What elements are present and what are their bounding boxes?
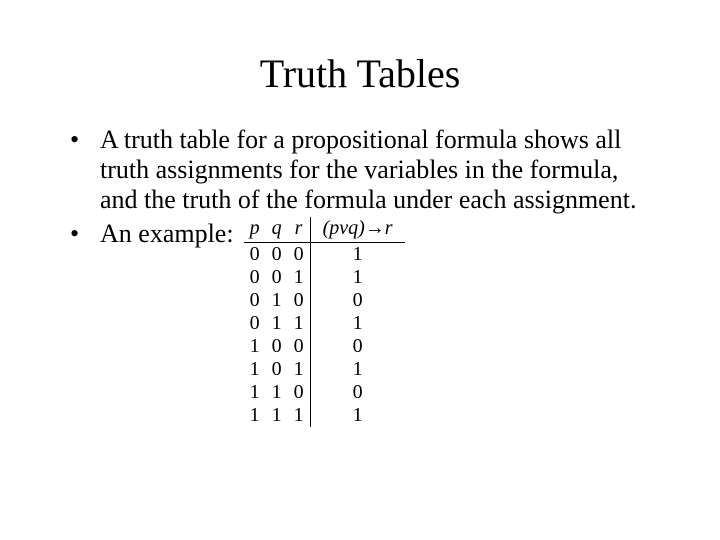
bullet-item-1: A truth table for a propositional formul…: [60, 125, 660, 215]
slide-title: Truth Tables: [60, 50, 660, 97]
cell: 1: [288, 404, 311, 427]
cell: 0: [288, 381, 311, 404]
cell-result: 1: [310, 358, 404, 381]
col-p-header: p: [244, 217, 266, 243]
slide-body: A truth table for a propositional formul…: [60, 125, 660, 427]
truth-table: p q r (pvq)→r 0 0 0 1: [244, 217, 405, 427]
cell: 0: [244, 289, 266, 312]
cell: 0: [244, 312, 266, 335]
table-row: 0 0 1 1: [244, 266, 405, 289]
cell: 0: [288, 289, 311, 312]
cell: 1: [244, 358, 266, 381]
cell-result: 1: [310, 404, 404, 427]
cell: 1: [288, 266, 311, 289]
cell: 1: [244, 381, 266, 404]
cell: 1: [244, 404, 266, 427]
cell: 1: [266, 381, 288, 404]
table-row: 1 1 0 0: [244, 381, 405, 404]
cell-result: 1: [310, 312, 404, 335]
cell: 0: [266, 266, 288, 289]
example-label: An example:: [100, 219, 244, 249]
table-row: 0 0 0 1: [244, 242, 405, 266]
cell: 0: [288, 335, 311, 358]
col-q-header: q: [266, 217, 288, 243]
cell: 1: [266, 312, 288, 335]
cell: 0: [266, 335, 288, 358]
cell: 0: [244, 266, 266, 289]
table-row: 1 0 0 0: [244, 335, 405, 358]
table-row: 1 1 1 1: [244, 404, 405, 427]
table-header-row: p q r (pvq)→r: [244, 217, 405, 243]
col-r-header: r: [288, 217, 311, 243]
cell: 1: [288, 312, 311, 335]
slide: Truth Tables A truth table for a proposi…: [0, 0, 720, 540]
table-row: 0 1 0 0: [244, 289, 405, 312]
cell-result: 0: [310, 381, 404, 404]
cell: 1: [266, 404, 288, 427]
cell: 0: [266, 242, 288, 266]
cell: 0: [288, 242, 311, 266]
cell: 1: [244, 335, 266, 358]
bullet-item-2: An example: p q r (pvq)→r: [60, 219, 660, 427]
cell-result: 1: [310, 266, 404, 289]
cell: 1: [266, 289, 288, 312]
cell: 0: [244, 242, 266, 266]
cell-result: 0: [310, 335, 404, 358]
cell: 1: [288, 358, 311, 381]
col-result-header: (pvq)→r: [310, 217, 404, 243]
table-row: 1 0 1 1: [244, 358, 405, 381]
bullet-list: A truth table for a propositional formul…: [60, 125, 660, 427]
cell: 0: [266, 358, 288, 381]
cell-result: 0: [310, 289, 404, 312]
cell-result: 1: [310, 242, 404, 266]
table-row: 0 1 1 1: [244, 312, 405, 335]
